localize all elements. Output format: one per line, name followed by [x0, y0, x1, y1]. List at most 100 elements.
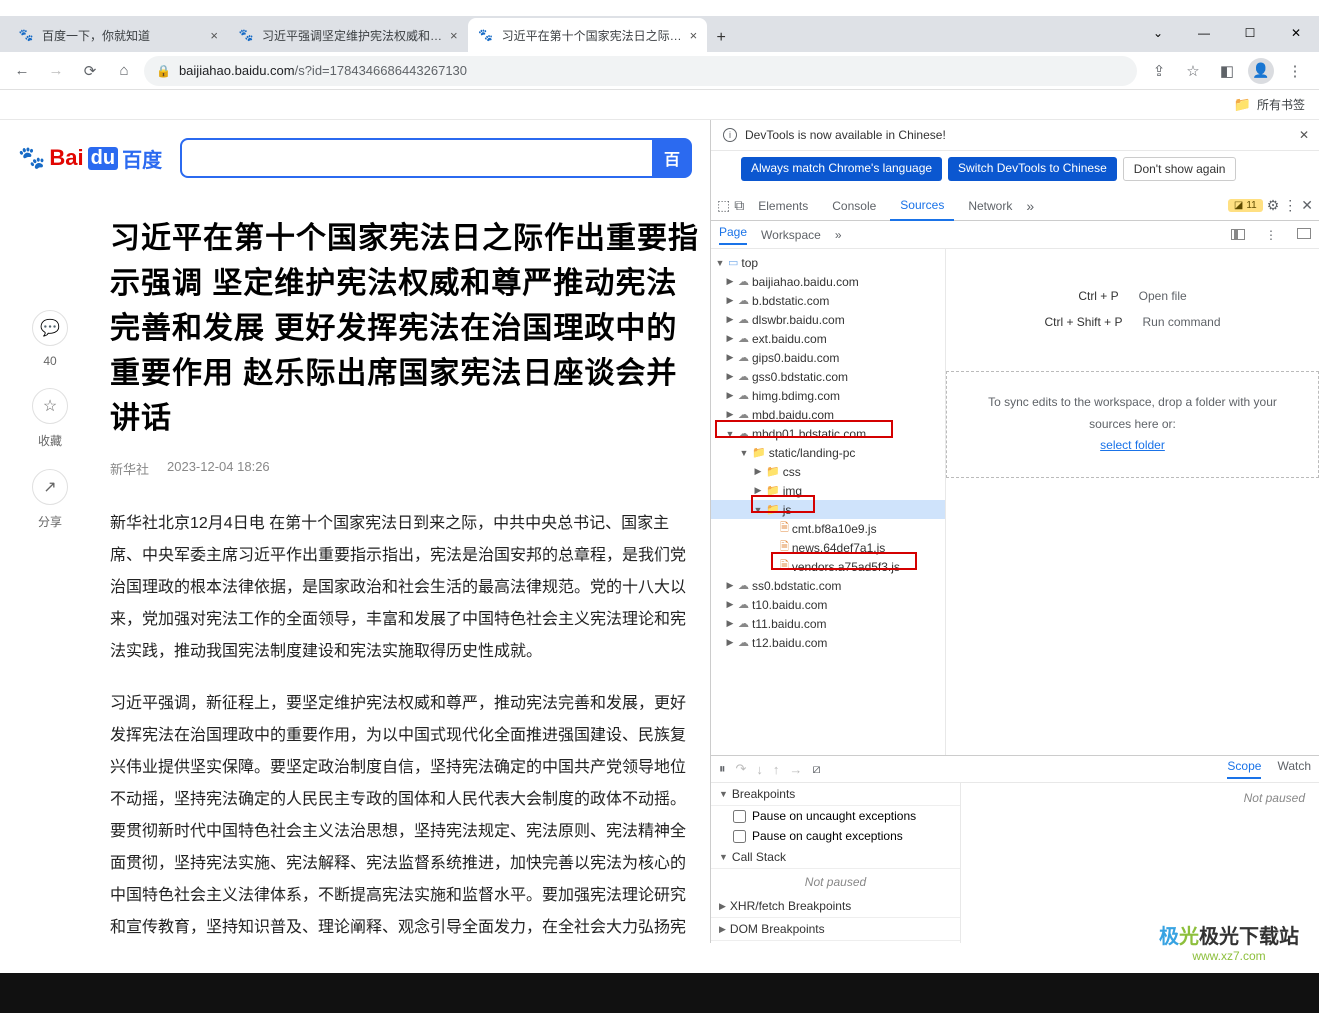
article-headline: 习近平在第十个国家宪法日之际作出重要指示强调 坚定维护宪法权威和尊严推动宪法完善…	[110, 216, 700, 441]
maximize-button[interactable]: ☐	[1227, 16, 1273, 50]
tab-sources[interactable]: Sources	[890, 191, 954, 221]
tree-domain[interactable]: ▶☁baijiahao.baidu.com	[711, 272, 945, 291]
settings-icon[interactable]: ⚙	[1267, 197, 1280, 214]
paw-icon: 🐾	[18, 145, 45, 171]
home-button[interactable]: ⌂	[110, 57, 138, 85]
tab-0[interactable]: 百度一下，你就知道 ×	[8, 18, 228, 52]
all-bookmarks-link[interactable]: 所有书签	[1257, 96, 1305, 113]
back-button[interactable]: ←	[8, 57, 36, 85]
not-paused-text: Not paused	[711, 869, 960, 895]
tab-watch[interactable]: Watch	[1277, 759, 1311, 779]
deactivate-bp-icon[interactable]: ⧄	[812, 761, 820, 777]
search-button[interactable]: 百	[652, 138, 692, 178]
drop-hint: To sync edits to the workspace, drop a f…	[973, 392, 1292, 435]
sources-tree: ▼▭top ▶☁baijiahao.baidu.com ▶☁b.bdstatic…	[711, 249, 946, 755]
folder-icon: 📁	[1234, 96, 1251, 113]
share-button[interactable]: ↗	[32, 469, 68, 505]
close-icon[interactable]: ×	[450, 28, 458, 43]
article-paragraph: 新华社北京12月4日电 在第十个国家宪法日到来之际，中共中央总书记、国家主席、中…	[110, 508, 700, 668]
inspect-icon[interactable]: ⬚	[717, 197, 730, 214]
share-label: 分享	[38, 513, 62, 530]
sidepanel-icon[interactable]: ◧	[1211, 55, 1243, 87]
bookmark-icon[interactable]: ☆	[1177, 55, 1209, 87]
tree-domain[interactable]: ▶☁t10.baidu.com	[711, 595, 945, 614]
close-banner-icon[interactable]: ✕	[1299, 128, 1309, 142]
tree-domain[interactable]: ▶☁ext.baidu.com	[711, 329, 945, 348]
step-icon[interactable]: →	[789, 762, 802, 777]
section-breakpoints[interactable]: ▼Breakpoints	[711, 783, 960, 806]
address-bar[interactable]: 🔒 baijiahao.baidu.com/s?id=1784346686443…	[144, 56, 1137, 86]
comment-count: 40	[43, 354, 56, 368]
tree-file[interactable]: 🗎cmt.bf8a10e9.js	[711, 519, 945, 538]
tab-elements[interactable]: Elements	[748, 191, 818, 221]
switch-chinese-button[interactable]: Switch DevTools to Chinese	[948, 157, 1117, 181]
tree-file-vendors[interactable]: 🗎vendors.a75ad5f3.js	[711, 557, 945, 576]
more-tabs-icon[interactable]: »	[1026, 198, 1034, 214]
pane-more-icon[interactable]: ⋮	[1265, 228, 1277, 242]
dont-show-button[interactable]: Don't show again	[1123, 157, 1237, 181]
comment-button[interactable]: 💬	[32, 310, 68, 346]
device-toggle-icon[interactable]: ⧉	[734, 197, 744, 214]
search-input[interactable]	[180, 138, 652, 178]
profile-avatar[interactable]: 👤	[1245, 55, 1277, 87]
tree-folder-css[interactable]: ▶📁css	[711, 462, 945, 481]
tree-domain[interactable]: ▶☁t11.baidu.com	[711, 614, 945, 633]
tree-domain[interactable]: ▶☁t12.baidu.com	[711, 633, 945, 652]
url-host: baijiahao.baidu.com	[179, 63, 295, 78]
tree-domain-mbdp[interactable]: ▼☁mbdp01.bdstatic.com	[711, 424, 945, 443]
tree-folder-js[interactable]: ▼📁js	[711, 500, 945, 519]
section-callstack[interactable]: ▼Call Stack	[711, 846, 960, 869]
article-source[interactable]: 新华社	[110, 459, 149, 478]
tab-1[interactable]: 习近平强调坚定维护宪法权威和… ×	[228, 18, 468, 52]
tree-top[interactable]: ▼▭top	[711, 253, 945, 272]
tab-2-active[interactable]: 习近平在第十个国家宪法日之际… ×	[468, 18, 708, 52]
subtab-workspace[interactable]: Workspace	[761, 228, 821, 242]
pause-uncaught-checkbox[interactable]	[733, 810, 746, 823]
baidu-logo[interactable]: 🐾 Baidu百度	[18, 144, 162, 173]
issues-badge[interactable]: ◪ 11	[1228, 199, 1263, 212]
pause-icon[interactable]: ⏸	[719, 761, 726, 777]
tree-domain[interactable]: ▶☁himg.bdimg.com	[711, 386, 945, 405]
baidu-favicon-icon	[478, 27, 494, 43]
section-global-listeners[interactable]: ▶Global Listeners	[711, 941, 960, 943]
section-xhr[interactable]: ▶XHR/fetch Breakpoints	[711, 895, 960, 918]
favorite-button[interactable]: ☆	[32, 388, 68, 424]
devtools-menu-icon[interactable]: ⋮	[1283, 197, 1297, 214]
pause-caught-checkbox[interactable]	[733, 830, 746, 843]
tree-folder-static[interactable]: ▼📁static/landing-pc	[711, 443, 945, 462]
step-over-icon[interactable]: ↷	[736, 761, 747, 777]
pane-split-icon[interactable]	[1297, 228, 1311, 239]
step-into-icon[interactable]: ↓	[756, 762, 763, 777]
close-window-button[interactable]: ✕	[1273, 16, 1319, 50]
tree-domain[interactable]: ▶☁ss0.bdstatic.com	[711, 576, 945, 595]
minimize-button[interactable]: —	[1181, 16, 1227, 50]
close-icon[interactable]: ×	[690, 28, 698, 43]
tree-domain[interactable]: ▶☁dlswbr.baidu.com	[711, 310, 945, 329]
tree-domain[interactable]: ▶☁b.bdstatic.com	[711, 291, 945, 310]
menu-icon[interactable]: ⋮	[1279, 55, 1311, 87]
always-match-button[interactable]: Always match Chrome's language	[741, 157, 942, 181]
tree-domain[interactable]: ▶☁gss0.bdstatic.com	[711, 367, 945, 386]
step-out-icon[interactable]: ↑	[773, 762, 780, 777]
tree-domain[interactable]: ▶☁mbd.baidu.com	[711, 405, 945, 424]
tree-file[interactable]: 🗎news.64def7a1.js	[711, 538, 945, 557]
forward-button[interactable]: →	[42, 57, 70, 85]
tree-domain[interactable]: ▶☁gips0.baidu.com	[711, 348, 945, 367]
tab-console[interactable]: Console	[822, 191, 886, 221]
tree-folder-img[interactable]: ▶📁img	[711, 481, 945, 500]
pane-layout-icon[interactable]	[1231, 229, 1245, 240]
share-icon[interactable]: ⇪	[1143, 55, 1175, 87]
tab-dropdown-button[interactable]: ⌄	[1135, 16, 1181, 50]
close-icon[interactable]: ×	[210, 28, 218, 43]
tab-scope[interactable]: Scope	[1227, 759, 1261, 779]
tab-network[interactable]: Network	[958, 191, 1022, 221]
select-folder-link[interactable]: select folder	[1100, 438, 1165, 452]
close-devtools-icon[interactable]: ✕	[1301, 197, 1313, 214]
tab-title: 百度一下，你就知道	[42, 27, 150, 44]
windows-taskbar[interactable]	[0, 973, 1319, 1013]
new-tab-button[interactable]: +	[707, 24, 735, 52]
subtab-more-icon[interactable]: »	[835, 228, 842, 242]
section-dom-bp[interactable]: ▶DOM Breakpoints	[711, 918, 960, 941]
reload-button[interactable]: ⟳	[76, 57, 104, 85]
subtab-page[interactable]: Page	[719, 225, 747, 245]
